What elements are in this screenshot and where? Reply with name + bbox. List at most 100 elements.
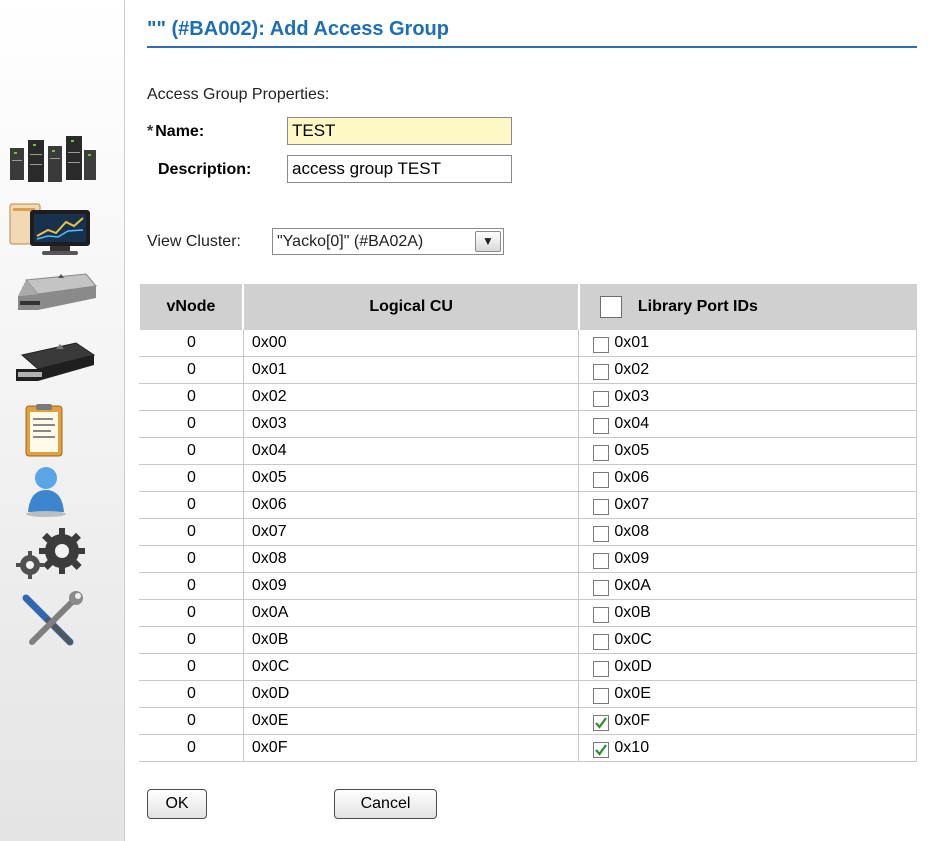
library-port-checkbox[interactable] [593, 337, 610, 353]
library-port-checkbox[interactable] [593, 526, 610, 542]
access-group-table: vNode Logical CU Library Port IDs 0 0x00 0… [139, 284, 917, 762]
library-port-checkbox[interactable] [593, 391, 610, 407]
vnode-cell: 0 [139, 383, 244, 411]
library-port-id: 0x08 [614, 523, 650, 540]
library-port-checkbox[interactable] [593, 661, 610, 677]
logical-cu-cell: 0x09 [243, 572, 580, 600]
library-port-id: 0x0B [614, 604, 651, 621]
library-port-checkbox[interactable] [593, 607, 610, 623]
page-title: "" (#BA002): Add Access Group [147, 18, 917, 48]
table-row: 0 0x04 0x05 [139, 437, 917, 465]
appliance-icon[interactable] [8, 268, 98, 328]
library-port-id: 0x0D [614, 658, 652, 675]
logical-cu-cell: 0x0D [243, 680, 580, 708]
library-port-cell: 0x06 [578, 464, 917, 492]
library-port-cell: 0x0B [578, 599, 917, 627]
description-row: Description: [147, 155, 547, 187]
library-port-id: 0x04 [614, 415, 650, 432]
library-port-id: 0x0E [614, 685, 651, 702]
library-port-checkbox[interactable] [593, 688, 610, 704]
gears-icon[interactable] [8, 525, 98, 585]
vnode-cell: 0 [139, 707, 244, 735]
vnode-cell: 0 [139, 491, 244, 519]
library-port-id: 0x03 [614, 388, 650, 405]
sidebar-nav [0, 0, 125, 841]
cluster-icon[interactable] [8, 130, 98, 190]
cancel-button[interactable]: Cancel [334, 789, 437, 819]
library-port-cell: 0x0A [578, 572, 917, 600]
library-port-checkbox[interactable] [593, 472, 610, 488]
cluster-select[interactable]: "Yacko[0]" (#BA02A) ▼ [272, 228, 504, 255]
library-port-id: 0x09 [614, 550, 650, 567]
clipboard-icon[interactable] [8, 402, 98, 462]
column-header-vnode: vNode [139, 284, 245, 330]
logical-cu-cell: 0x03 [243, 410, 580, 438]
name-label-text: Name: [155, 123, 205, 140]
vnode-cell: 0 [139, 437, 244, 465]
user-icon[interactable] [8, 460, 98, 520]
library-port-cell: 0x05 [578, 437, 917, 465]
monitor-icon[interactable] [8, 200, 98, 260]
library-port-checkbox[interactable] [593, 499, 610, 515]
table-row: 0 0x05 0x06 [139, 464, 917, 492]
vnode-cell: 0 [139, 545, 244, 573]
ok-button[interactable]: OK [147, 789, 207, 819]
library-port-checkbox[interactable] [593, 553, 610, 569]
library-port-cell: 0x0D [578, 653, 917, 681]
logical-cu-cell: 0x0A [243, 599, 580, 627]
logical-cu-cell: 0x0B [243, 626, 580, 654]
chevron-down-icon[interactable]: ▼ [475, 231, 501, 252]
table-row: 0 0x0E 0x0F [139, 707, 917, 735]
properties-heading: Access Group Properties: [147, 86, 330, 103]
logical-cu-cell: 0x00 [243, 330, 580, 357]
vnode-cell: 0 [139, 572, 244, 600]
library-port-id: 0x10 [614, 739, 650, 756]
name-input[interactable] [287, 117, 512, 145]
library-port-checkbox[interactable] [593, 715, 610, 731]
library-port-id: 0x05 [614, 442, 650, 459]
library-port-cell: 0x0E [578, 680, 917, 708]
table-row: 0 0x09 0x0A [139, 572, 917, 600]
table-row: 0 0x03 0x04 [139, 410, 917, 438]
logical-cu-cell: 0x05 [243, 464, 580, 492]
library-port-checkbox[interactable] [593, 742, 610, 758]
library-port-cell: 0x10 [578, 734, 917, 762]
drive-icon[interactable] [8, 335, 98, 395]
table-row: 0 0x0D 0x0E [139, 680, 917, 708]
library-port-checkbox[interactable] [593, 445, 610, 461]
vnode-cell: 0 [139, 626, 244, 654]
logical-cu-cell: 0x04 [243, 437, 580, 465]
main-panel: "" (#BA002): Add Access Group Access Gro… [125, 0, 941, 841]
library-port-id: 0x0F [614, 712, 650, 729]
table-row: 0 0x00 0x01 [139, 330, 917, 357]
table-row: 0 0x0C 0x0D [139, 653, 917, 681]
table-row: 0 0x02 0x03 [139, 383, 917, 411]
table-row: 0 0x06 0x07 [139, 491, 917, 519]
library-port-ids-label: Library Port IDs [637, 298, 758, 315]
library-port-checkbox[interactable] [593, 580, 610, 596]
select-all-checkbox[interactable] [599, 296, 622, 318]
library-port-cell: 0x01 [578, 330, 917, 357]
library-port-checkbox[interactable] [593, 418, 610, 434]
library-port-id: 0x0A [614, 577, 651, 594]
logical-cu-cell: 0x0F [243, 734, 580, 762]
name-row: * Name: [147, 117, 547, 149]
description-input[interactable] [287, 155, 512, 183]
column-header-library-port-ids: Library Port IDs [578, 284, 917, 330]
table-header-row: vNode Logical CU Library Port IDs [139, 284, 917, 330]
vnode-cell: 0 [139, 464, 244, 492]
library-port-checkbox[interactable] [593, 634, 610, 650]
library-port-cell: 0x07 [578, 491, 917, 519]
library-port-cell: 0x09 [578, 545, 917, 573]
required-marker: * [147, 123, 154, 140]
column-header-logical-cu: Logical CU [243, 284, 580, 330]
table-row: 0 0x0A 0x0B [139, 599, 917, 627]
logical-cu-cell: 0x07 [243, 518, 580, 546]
cluster-label: View Cluster: [147, 233, 241, 250]
tools-icon[interactable] [8, 590, 98, 650]
logical-cu-cell: 0x08 [243, 545, 580, 573]
library-port-checkbox[interactable] [593, 364, 610, 380]
library-port-cell: 0x0C [578, 626, 917, 654]
logical-cu-cell: 0x02 [243, 383, 580, 411]
library-port-cell: 0x03 [578, 383, 917, 411]
